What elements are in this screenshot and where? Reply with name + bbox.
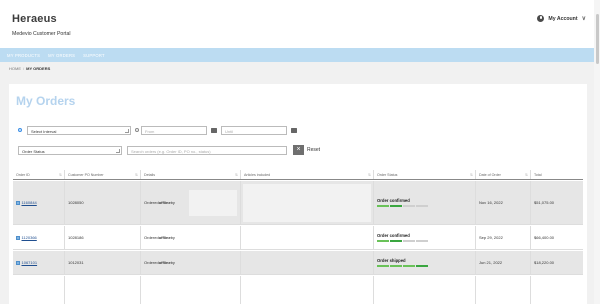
col-total[interactable]: Total — [530, 170, 583, 179]
details-cell: Ordered offline by — [140, 181, 240, 224]
site-header: Heraeus Medevio Customer Portal My Accou… — [0, 0, 600, 48]
sort-icon: ⇅ — [58, 172, 62, 177]
scrollbar-thumb[interactable] — [595, 14, 599, 64]
date-cell: Jun 21, 2022 — [475, 251, 530, 274]
status-progress — [377, 265, 428, 267]
select-interval-radio[interactable] — [18, 128, 22, 132]
order-id-link[interactable]: 1067101 — [22, 260, 38, 265]
calendar-icon[interactable] — [291, 128, 297, 133]
portal-name: Medevio Customer Portal — [12, 31, 71, 37]
articles-cell — [240, 251, 373, 274]
total-cell: $18,220.00 — [530, 251, 583, 274]
expand-icon[interactable] — [16, 200, 20, 205]
redacted-block — [243, 184, 371, 222]
table-row — [13, 276, 583, 304]
page-title: My Orders — [16, 94, 76, 108]
order-id-cell[interactable]: 1160844 — [13, 181, 64, 224]
select-interval-value: Select Interval — [31, 129, 57, 135]
status-progress — [377, 240, 428, 242]
reset-button[interactable]: × — [293, 145, 304, 155]
chevron-down-icon: ∨ — [581, 16, 586, 22]
status-cell: Order shipped — [373, 251, 475, 274]
articles-cell — [240, 181, 373, 224]
status-label: Order confirmed — [377, 198, 410, 204]
resize-grip-icon — [124, 128, 129, 133]
my-account-menu[interactable]: My Account ∨ — [537, 15, 586, 22]
status-label: Order shipped — [377, 258, 406, 264]
po-cell: 1028186 — [64, 226, 140, 249]
col-details[interactable]: Details ⇅ — [140, 170, 240, 179]
user-icon — [537, 15, 545, 22]
reset-label[interactable]: Reset — [307, 147, 320, 153]
from-date-input[interactable]: From — [141, 126, 207, 135]
total-cell: $66,400.00 — [530, 226, 583, 249]
sort-icon: ⇅ — [134, 172, 138, 177]
breadcrumb-current: MY ORDERS — [26, 66, 51, 71]
table-header: Order ID ⇅ Customer PO Number ⇅ Details ⇅ A… — [13, 170, 583, 180]
breadcrumb-separator: / — [23, 66, 25, 71]
date-cell: Nov 16, 2022 — [475, 181, 530, 224]
breadcrumb-home[interactable]: HOME — [9, 66, 21, 71]
table-row[interactable]: 1160844 1028050 Ordered offline by Order… — [13, 181, 583, 225]
select-interval-dropdown[interactable]: Select Interval — [27, 126, 131, 135]
total-cell: $51,075.00 — [530, 181, 583, 224]
order-status-dropdown[interactable]: Order Status — [18, 146, 122, 155]
search-orders-input[interactable]: Search orders (e.g. Order ID, PO no., st… — [127, 146, 287, 155]
nav-support[interactable]: SUPPORT — [83, 53, 105, 58]
status-cell: Order confirmed — [373, 226, 475, 249]
col-customer-po[interactable]: Customer PO Number ⇅ — [64, 170, 140, 179]
sort-icon: ⇅ — [469, 172, 473, 177]
expand-icon[interactable] — [16, 235, 20, 240]
col-order-status[interactable]: Order Status ⇅ — [373, 170, 475, 179]
sort-icon: ⇅ — [367, 172, 371, 177]
date-cell: Sep 29, 2022 — [475, 226, 530, 249]
col-date[interactable]: Date of Order ⇅ — [475, 170, 530, 179]
po-cell: 1028050 — [64, 181, 140, 224]
order-id-link[interactable]: 1120366 — [22, 235, 37, 240]
resize-grip-icon — [115, 148, 120, 153]
status-progress — [377, 205, 428, 207]
nav-my-orders[interactable]: MY ORDERS — [48, 53, 75, 58]
status-label: Order confirmed — [377, 233, 410, 239]
calendar-icon[interactable] — [211, 128, 217, 133]
sort-icon: ⇅ — [524, 172, 528, 177]
page-scrollbar[interactable] — [594, 0, 600, 304]
details-cell: Ordered offline by — [140, 251, 240, 274]
table-row[interactable]: 1120366 1028186 Ordered offline by Order… — [13, 226, 583, 250]
table-row[interactable]: 1067101 1012031 Ordered offline by Order… — [13, 251, 583, 275]
order-id-cell[interactable]: 1120366 — [13, 226, 64, 249]
breadcrumb: HOME / MY ORDERS — [9, 66, 50, 71]
col-order-id[interactable]: Order ID ⇅ — [13, 170, 64, 179]
order-id-cell[interactable]: 1067101 — [13, 251, 64, 274]
sort-icon: ⇅ — [234, 172, 238, 177]
status-cell: Order confirmed — [373, 181, 475, 224]
heraeus-logo[interactable]: Heraeus — [12, 13, 57, 25]
order-id-link[interactable]: 1160844 — [22, 200, 37, 205]
details-cell: Ordered offline by — [140, 226, 240, 249]
expand-icon[interactable] — [16, 260, 20, 265]
until-date-input[interactable]: Until — [221, 126, 287, 135]
my-account-label: My Account — [548, 15, 578, 22]
main-nav: MY PRODUCTS MY ORDERS SUPPORT — [0, 48, 600, 62]
articles-cell — [240, 226, 373, 249]
order-status-value: Order Status — [22, 149, 45, 155]
nav-my-products[interactable]: MY PRODUCTS — [7, 53, 40, 58]
col-articles[interactable]: Articles included ⇅ — [240, 170, 373, 179]
redacted-block — [189, 190, 237, 216]
orders-panel: My Orders Select Interval From Until Ord… — [9, 84, 587, 304]
date-range-radio[interactable] — [135, 128, 139, 132]
po-cell: 1012031 — [64, 251, 140, 274]
